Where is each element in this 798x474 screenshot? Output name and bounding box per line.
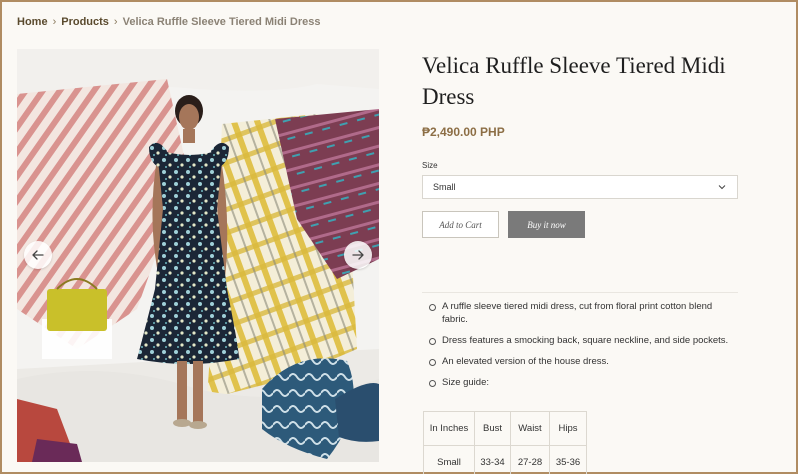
table-cell: 35-36 xyxy=(549,445,587,474)
description-item: Size guide: xyxy=(428,376,734,389)
product-photo xyxy=(17,49,379,462)
description-item: A ruffle sleeve tiered midi dress, cut f… xyxy=(428,300,734,326)
breadcrumb-current: Velica Ruffle Sleeve Tiered Midi Dress xyxy=(122,16,321,28)
table-header: Bust xyxy=(474,411,511,446)
add-to-cart-button[interactable]: Add to Cart xyxy=(422,211,499,238)
description-item: An elevated version of the house dress. xyxy=(428,355,734,368)
product-price: ₱2,490.00 PHP xyxy=(422,125,505,139)
chevron-down-icon xyxy=(718,185,726,190)
table-header-row: In Inches Bust Waist Hips xyxy=(423,411,587,446)
breadcrumb-products[interactable]: Products xyxy=(61,16,109,28)
table-cell: Small xyxy=(423,445,475,474)
product-image-gallery[interactable] xyxy=(17,49,379,462)
product-description: A ruffle sleeve tiered midi dress, cut f… xyxy=(428,300,734,397)
size-label: Size xyxy=(422,161,438,170)
table-cell: 33-34 xyxy=(474,445,511,474)
size-guide-table: In Inches Bust Waist Hips Small 33-34 27… xyxy=(423,411,587,474)
size-select[interactable]: Small xyxy=(422,175,738,199)
table-header: In Inches xyxy=(423,411,475,446)
arrow-right-icon xyxy=(352,250,364,260)
description-item: Dress features a smocking back, square n… xyxy=(428,334,734,347)
purchase-buttons: Add to Cart Buy it now xyxy=(422,211,738,238)
buy-now-button[interactable]: Buy it now xyxy=(508,211,585,238)
product-info: Velica Ruffle Sleeve Tiered Midi Dress ₱… xyxy=(422,50,738,238)
size-select-value: Small xyxy=(433,182,456,192)
breadcrumb-separator: › xyxy=(113,16,118,28)
arrow-left-icon xyxy=(32,250,44,260)
breadcrumb-home[interactable]: Home xyxy=(17,16,48,28)
divider xyxy=(422,292,738,293)
gallery-next-button[interactable] xyxy=(344,241,372,269)
table-header: Hips xyxy=(549,411,587,446)
gallery-prev-button[interactable] xyxy=(24,241,52,269)
table-row: Small 33-34 27-28 35-36 xyxy=(423,445,587,474)
product-title: Velica Ruffle Sleeve Tiered Midi Dress xyxy=(422,53,726,109)
table-cell: 27-28 xyxy=(510,445,550,474)
breadcrumb: Home › Products › Velica Ruffle Sleeve T… xyxy=(17,16,320,28)
table-header: Waist xyxy=(510,411,550,446)
description-list: A ruffle sleeve tiered midi dress, cut f… xyxy=(428,300,734,389)
breadcrumb-separator: › xyxy=(52,16,57,28)
